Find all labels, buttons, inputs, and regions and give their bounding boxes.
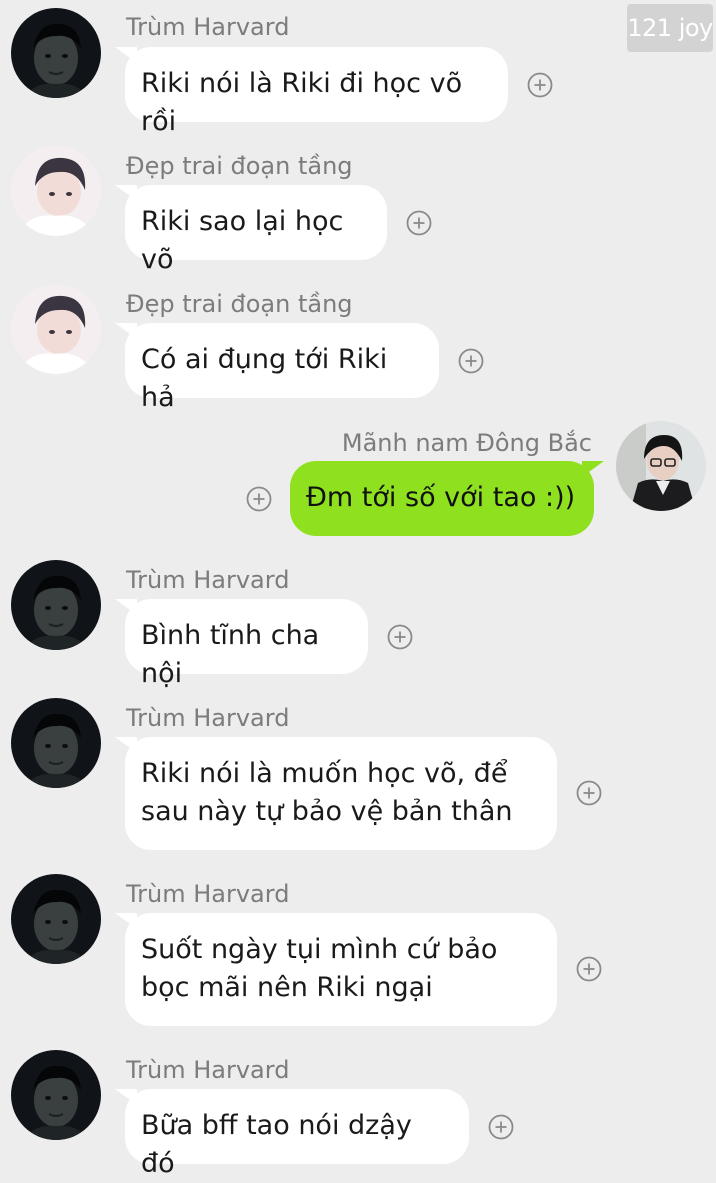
message-bubble[interactable]: Có ai đụng tới Riki hả [115, 323, 439, 413]
avatar[interactable] [11, 698, 101, 788]
sender-name: Trùm Harvard [126, 566, 290, 594]
avatar[interactable] [11, 284, 101, 374]
add-reaction-icon[interactable] [527, 72, 553, 98]
sender-name: Mãnh nam Đông Bắc [341, 429, 592, 457]
avatar[interactable] [616, 421, 706, 511]
add-reaction-icon[interactable] [387, 624, 413, 650]
watermark: 121 joy [627, 4, 713, 52]
add-reaction-icon[interactable] [458, 348, 484, 374]
avatar[interactable] [11, 8, 101, 98]
message-bubble[interactable]: Bình tĩnh cha nội [115, 599, 368, 689]
sender-name: Trùm Harvard [126, 1056, 290, 1084]
sender-name: Đẹp trai đoạn tầng [126, 290, 353, 318]
sender-name: Trùm Harvard [126, 704, 290, 732]
avatar[interactable] [11, 146, 101, 236]
message-bubble[interactable]: Suốt ngày tụi mình cứ bảo bọc mãi nên Ri… [115, 913, 557, 1026]
add-reaction-icon[interactable] [488, 1114, 514, 1140]
sender-name: Trùm Harvard [126, 880, 290, 908]
message-bubble[interactable]: Riki sao lại học võ [115, 185, 387, 275]
message-bubble[interactable]: Riki nói là muốn học võ, để sau này tự b… [115, 737, 557, 850]
sender-name: Trùm Harvard [126, 13, 290, 41]
avatar[interactable] [11, 560, 101, 650]
add-reaction-icon[interactable] [246, 486, 272, 512]
message-bubble-outgoing[interactable]: Đm tới số với tao :)) [290, 461, 604, 536]
message-bubble[interactable]: Riki nói là Riki đi học võ rồi [115, 47, 508, 137]
sender-name: Đẹp trai đoạn tầng [126, 152, 353, 180]
add-reaction-icon[interactable] [576, 780, 602, 806]
message-bubble[interactable]: Bữa bff tao nói dzậy đó [115, 1089, 469, 1179]
avatar[interactable] [11, 1050, 101, 1140]
add-reaction-icon[interactable] [406, 210, 432, 236]
add-reaction-icon[interactable] [576, 956, 602, 982]
avatar[interactable] [11, 874, 101, 964]
